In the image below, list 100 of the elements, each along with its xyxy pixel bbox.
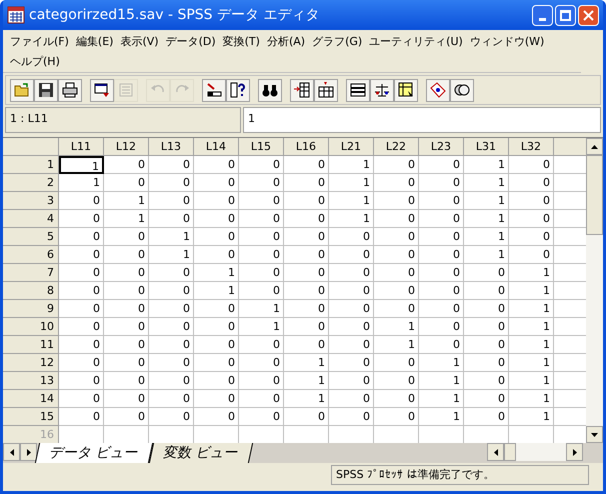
menu-item[interactable]: ファイル(F) [7,32,72,52]
toolbar-button[interactable] [58,78,82,102]
table-cell: 0 [374,300,419,318]
horizontal-scrollbar[interactable] [487,443,583,461]
column-header[interactable]: L31 [464,138,509,156]
table-cell: 0 [464,336,509,354]
column-header[interactable]: L14 [194,138,239,156]
table-cell: 0 [194,336,239,354]
table-cell: 0 [284,174,329,192]
toolbar-button[interactable] [450,78,474,102]
insert-case-icon [294,82,310,98]
scroll-left-button[interactable] [487,443,504,461]
table-cell: 0 [509,246,554,264]
sheet-tab[interactable]: データ ビュー [34,443,154,463]
table-cell: 0 [374,390,419,408]
menu-item[interactable]: ウィンドウ(W) [466,32,548,52]
tab-scroll-right-button[interactable] [20,443,37,461]
scroll-down-button[interactable] [586,426,603,443]
table-cell: 0 [419,282,464,300]
row-header[interactable]: 8 [3,282,59,300]
vertical-scrollbar[interactable] [586,138,603,443]
column-header[interactable]: L11 [59,138,104,156]
table-cell: 0 [374,156,419,174]
insert-variable-icon [318,82,334,98]
table-cell: 0 [59,300,104,318]
toolbar-button[interactable] [346,78,370,102]
row-header[interactable]: 9 [3,300,59,318]
column-header[interactable]: L22 [374,138,419,156]
row-header[interactable]: 10 [3,318,59,336]
row-header[interactable]: 15 [3,408,59,426]
table-cell: 0 [239,246,284,264]
toolbar-button[interactable] [370,78,394,102]
scroll-thumb[interactable] [586,155,603,235]
row-header[interactable]: 12 [3,354,59,372]
table-cell: 0 [374,408,419,426]
table-cell: 0 [419,192,464,210]
menu-item[interactable]: 表示(V) [117,32,162,52]
row-header[interactable]: 7 [3,264,59,282]
table-cell: 0 [464,300,509,318]
scroll-thumb[interactable] [504,443,516,461]
column-header[interactable]: L13 [149,138,194,156]
menu-item[interactable]: 変換(T) [220,32,263,52]
toolbar-button[interactable] [34,78,58,102]
table-cell: 0 [239,336,284,354]
column-header[interactable]: L21 [329,138,374,156]
maximize-button[interactable] [555,4,576,26]
toolbar-button[interactable] [426,78,450,102]
cell-value-field[interactable]: 1 [243,107,601,133]
table-cell: 0 [464,282,509,300]
menu-item[interactable]: ユーティリティ(U) [366,32,466,52]
table-cell: 0 [329,354,374,372]
table-cell: 1 [509,300,554,318]
sheet-tab[interactable]: 変数 ビュー [149,443,254,463]
row-header[interactable]: 14 [3,390,59,408]
menu-item[interactable]: データ(D) [162,32,219,52]
table-cell: 0 [59,372,104,390]
toolbar-button[interactable] [290,78,314,102]
toolbar-button[interactable] [258,78,282,102]
folder-icon [14,82,30,98]
table-cell: 1 [194,264,239,282]
menu-item[interactable]: 分析(A) [264,32,308,52]
table-cell: 0 [284,156,329,174]
table-cell: 0 [284,192,329,210]
table-cell: 1 [464,174,509,192]
scroll-right-button[interactable] [566,443,583,461]
toolbar-button[interactable] [90,78,114,102]
column-header[interactable]: L12 [104,138,149,156]
row-header[interactable]: 1 [3,156,59,174]
table-cell: 0 [104,300,149,318]
menu-item[interactable]: ヘルプ(H) [7,52,63,72]
row-header[interactable]: 3 [3,192,59,210]
row-header[interactable]: 2 [3,174,59,192]
table-cell: 1 [509,354,554,372]
menu-item[interactable]: 編集(E) [72,32,116,52]
table-cell: 1 [329,174,374,192]
table-cell: 0 [104,246,149,264]
table-cell: 0 [149,264,194,282]
toolbar-button[interactable] [202,78,226,102]
row-header[interactable]: 13 [3,372,59,390]
row-header[interactable]: 5 [3,228,59,246]
row-header[interactable]: 11 [3,336,59,354]
close-button[interactable] [578,4,599,26]
table-cell: 0 [104,408,149,426]
right-arrow-icon [26,448,30,456]
toolbar-button[interactable] [394,78,418,102]
row-header[interactable]: 4 [3,210,59,228]
column-header[interactable]: L16 [284,138,329,156]
window-title: categorirzed15.sav - SPSS データ エディタ [29,6,320,24]
scroll-up-button[interactable] [586,138,603,155]
row-header[interactable]: 6 [3,246,59,264]
menu-item[interactable]: グラフ(G) [309,32,366,52]
table-cell: 0 [374,246,419,264]
column-header[interactable]: L15 [239,138,284,156]
toolbar-button[interactable] [226,78,250,102]
tab-scroll-left-button[interactable] [3,443,20,461]
column-header[interactable]: L32 [509,138,554,156]
column-header[interactable]: L23 [419,138,464,156]
table-cell: 0 [239,192,284,210]
minimize-button[interactable] [532,4,553,26]
toolbar-button[interactable] [314,78,338,102]
